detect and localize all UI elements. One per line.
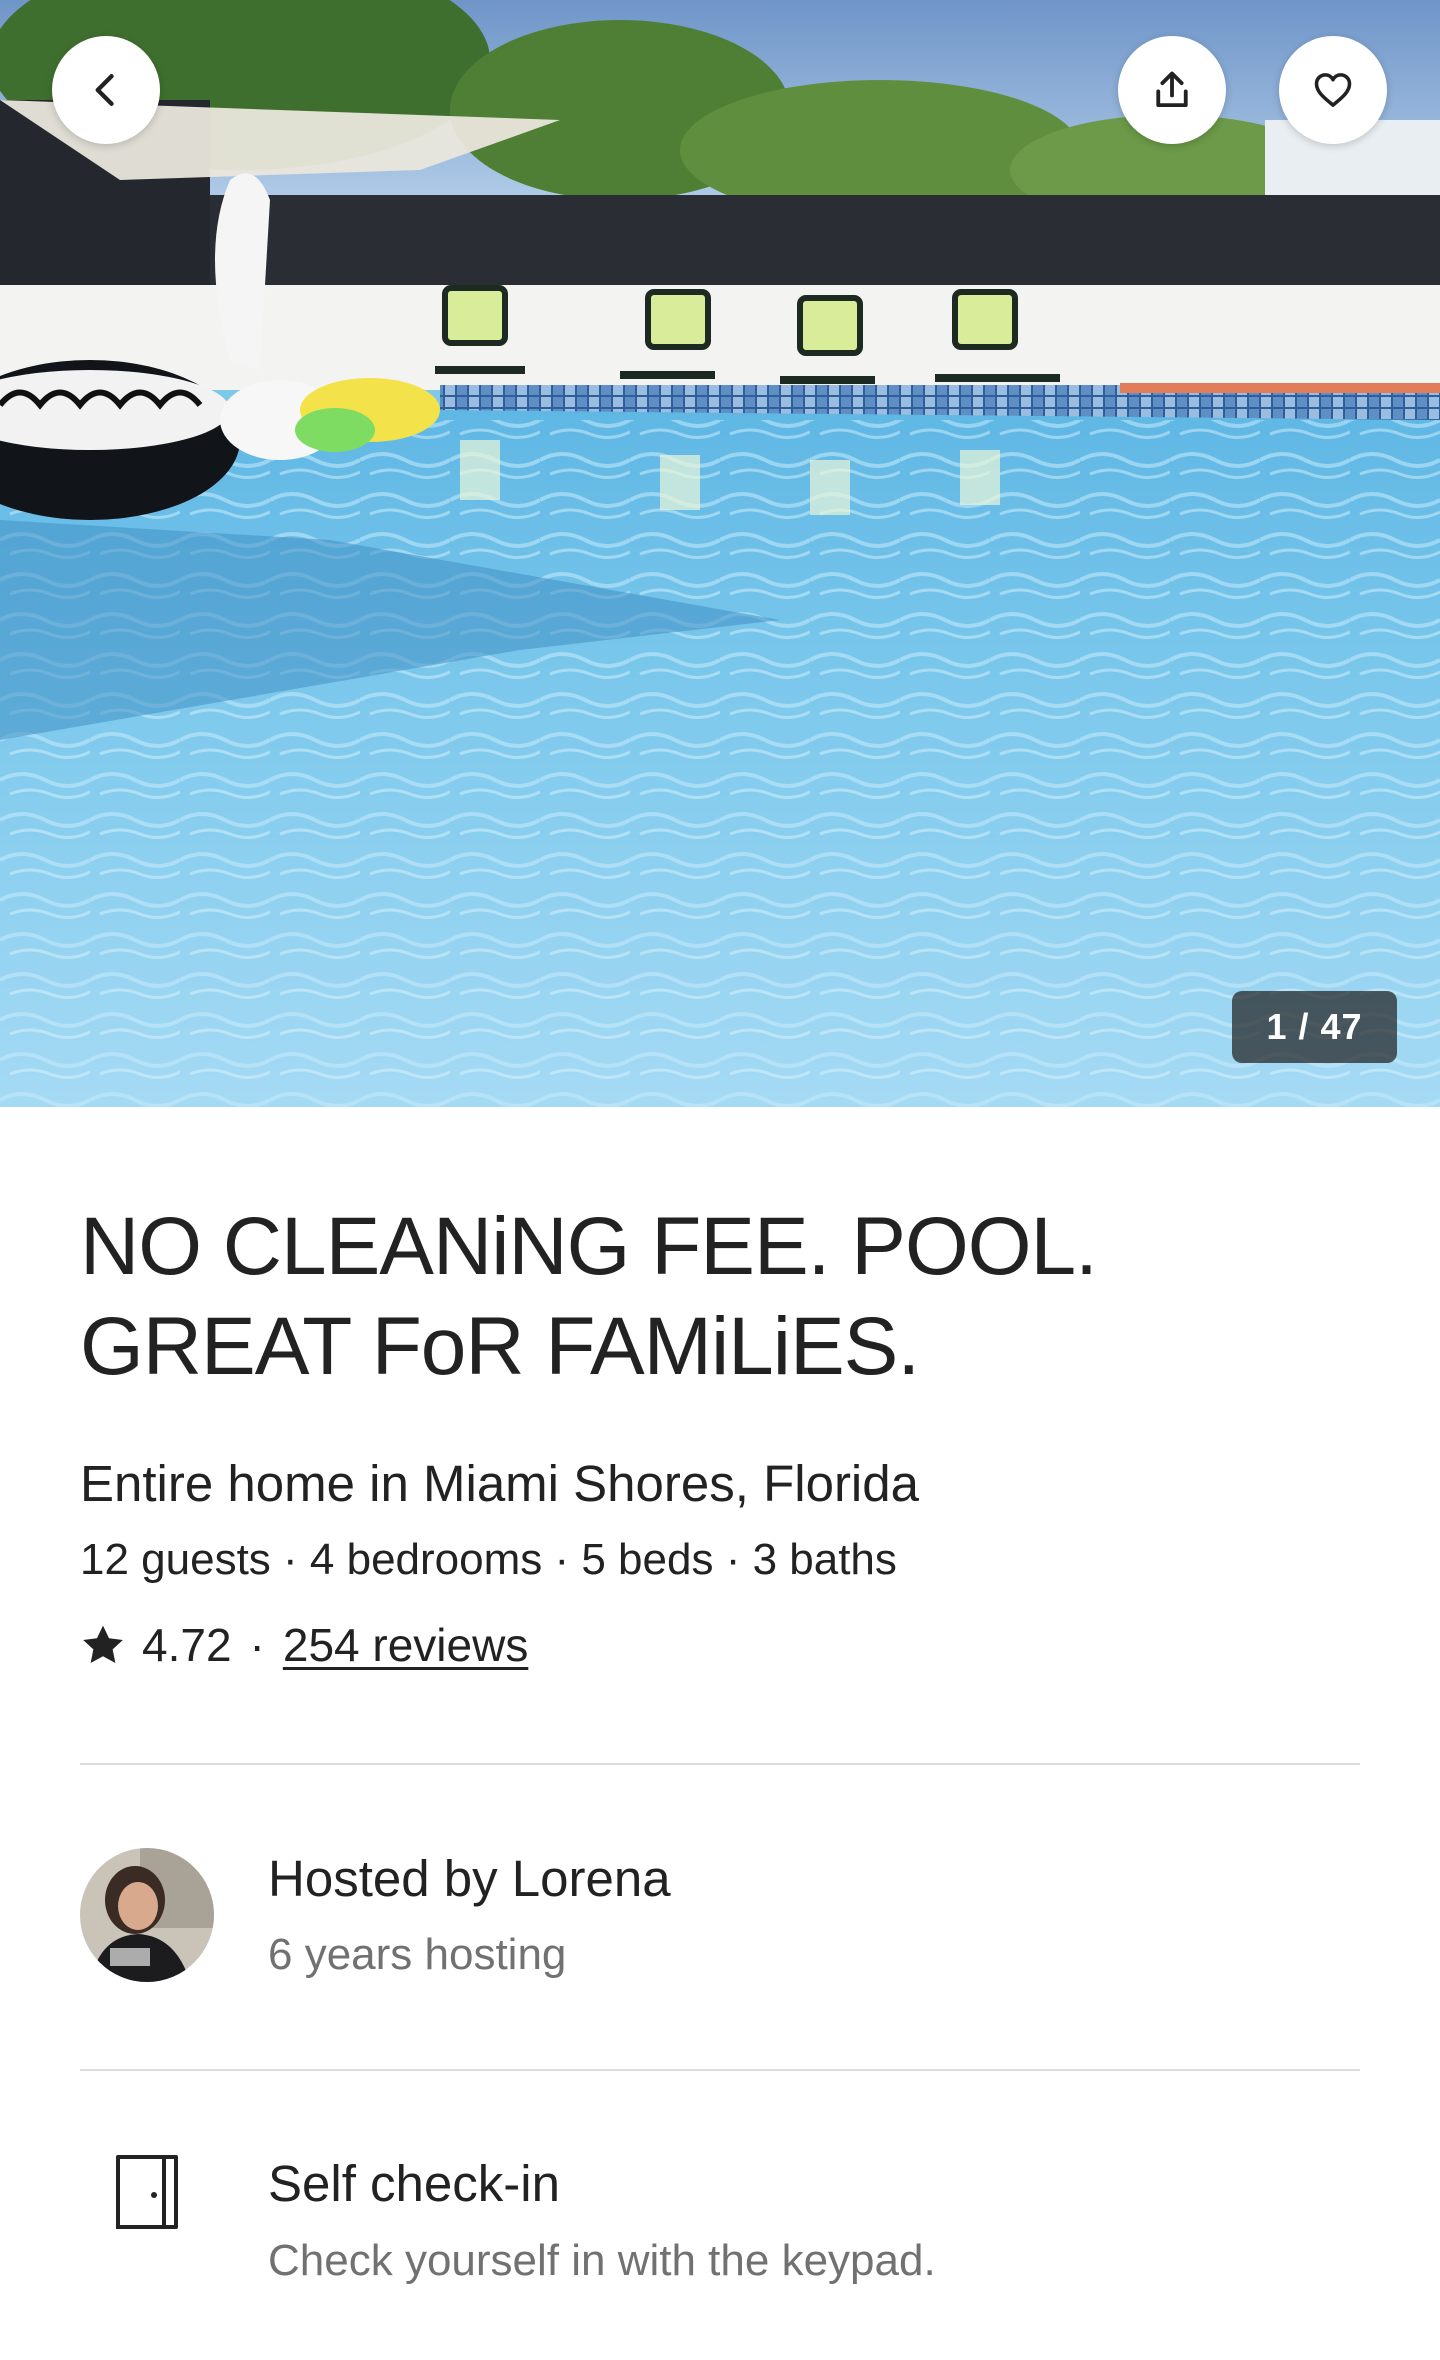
star-icon [83,1625,123,1663]
divider [80,1763,1360,1765]
reviews-link[interactable]: 254 reviews [283,1618,528,1672]
self-checkin-title: Self check-in [268,2155,560,2212]
rating-score: 4.72 [142,1619,232,1671]
self-checkin-description: Check yourself in with the keypad. [268,2236,936,2285]
listing-title-line-1: NO CLEANiNG FEE. POOL. [80,1201,1098,1292]
pool-photo [0,0,1440,1107]
listing-photo[interactable]: 1 / 47 [0,0,1440,1107]
host-experience: 6 years hosting [268,1930,567,1979]
heart-icon [1314,73,1352,107]
listing-subtitle: Entire home in Miami Shores, Florida [80,1455,919,1512]
door-icon [114,2151,180,2231]
rating-row: 4.72 · 254 reviews [80,1615,528,1675]
chevron-left-icon [95,74,114,106]
back-button[interactable] [52,36,160,144]
photo-counter: 1 / 47 [1232,991,1397,1063]
share-button[interactable] [1118,36,1226,144]
host-avatar[interactable] [80,1848,214,1982]
listing-title: NO CLEANiNG FEE. POOL. GREAT FoR FAMiLiE… [80,1197,1360,1397]
listing-title-line-2: GREAT FoR FAMiLiES. [80,1301,920,1392]
divider [80,2069,1360,2071]
share-icon [1156,71,1188,108]
save-button[interactable] [1279,36,1387,144]
listing-capacity-details: 12 guests · 4 bedrooms · 5 beds · 3 bath… [80,1535,897,1584]
rating-separator: · [249,1619,265,1671]
host-avatar-image [80,1848,214,1982]
host-name: Hosted by Lorena [268,1850,671,1907]
